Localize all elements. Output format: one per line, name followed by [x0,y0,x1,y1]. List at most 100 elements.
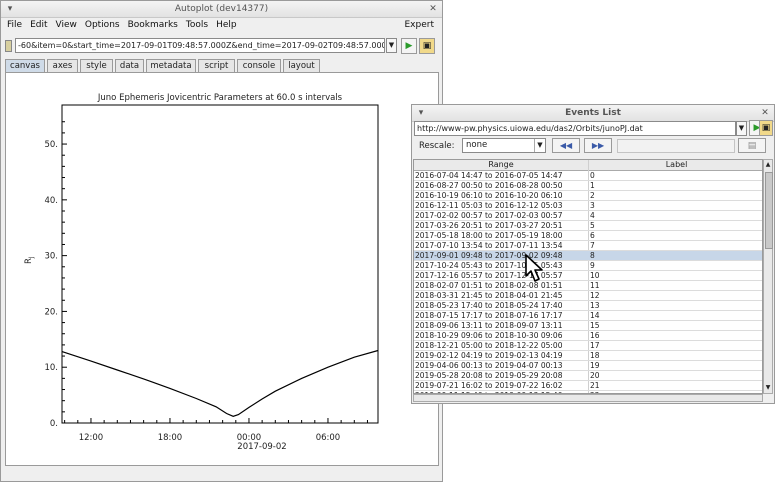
rescale-label: Rescale: [419,141,455,151]
row-range: 2017-03-26 20:51 to 2017-03-27 20:51 [415,221,563,230]
row-range: 2018-12-21 05:00 to 2018-12-22 05:00 [415,341,563,350]
table-row[interactable]: 2018-12-21 05:00 to 2018-12-22 05:00 17 [414,341,762,351]
row-label: 2 [590,191,595,200]
table-row[interactable]: 2017-12-16 05:57 to 2017-12-17 05:57 10 [414,271,762,281]
events-window-title: Events List [565,108,621,118]
next-event-button[interactable]: ▶▶ [584,138,612,153]
row-range: 2019-07-21 16:02 to 2019-07-22 16:02 [415,381,563,390]
table-row[interactable]: 2017-07-10 13:54 to 2017-07-11 13:54 7 [414,241,762,251]
table-row[interactable]: 2018-10-29 09:06 to 2018-10-30 09:06 16 [414,331,762,341]
row-label: 18 [590,351,600,360]
mouse-pointer-icon [525,254,543,282]
table-row[interactable]: 2016-12-11 05:03 to 2016-12-12 05:03 3 [414,201,762,211]
row-range: 2017-10-24 05:43 to 2017-10-25 05:43 [415,261,563,270]
events-url-dropdown[interactable]: ▼ [736,121,747,136]
row-label: 16 [590,331,600,340]
row-range: 2018-03-31 21:45 to 2018-04-01 21:45 [415,291,563,300]
y-tick-label: 40. [44,196,58,206]
row-label: 5 [590,221,595,230]
row-label: 17 [590,341,600,350]
row-range: 2016-12-11 05:03 to 2016-12-12 05:03 [415,201,563,210]
row-label: 7 [590,241,595,250]
table-row[interactable]: 2016-10-19 06:10 to 2016-10-20 06:10 2 [414,191,762,201]
row-range: 2019-04-06 00:13 to 2019-04-07 00:13 [415,361,563,370]
x-tick-label: 18:00 [158,433,183,443]
row-range: 2017-09-01 09:48 to 2017-09-02 09:48 [415,251,563,260]
events-table[interactable]: Range Label 2016-07-04 14:47 to 2016-07-… [413,159,763,394]
table-row[interactable]: 2018-07-15 17:17 to 2018-07-16 17:17 14 [414,311,762,321]
y-tick-label: 50. [44,140,58,150]
column-header-range[interactable]: Range [414,160,588,170]
y-axis: 0. 10. 20. 30. 40. 50. [44,121,67,429]
events-vertical-scrollbar[interactable]: ▲ ▼ [763,159,773,394]
row-label: 14 [590,311,600,320]
plot-frame [61,104,379,424]
scroll-down-icon[interactable]: ▼ [764,383,772,393]
scroll-up-icon[interactable]: ▲ [764,160,772,170]
event-status-field[interactable] [617,139,735,153]
row-range: 2017-07-10 13:54 to 2017-07-11 13:54 [415,241,563,250]
y-axis-label-sub: J [28,256,35,259]
events-open-button[interactable]: ▣ [759,120,773,136]
row-label: 10 [590,271,600,280]
row-label: 1 [590,181,595,190]
table-row[interactable]: 2019-07-21 16:02 to 2019-07-22 16:02 21 [414,381,762,391]
y-axis-label: RJ [24,256,35,264]
table-row[interactable]: 2019-02-12 04:19 to 2019-02-13 04:19 18 [414,351,762,361]
series-line [61,349,379,417]
row-range: 2016-07-04 14:47 to 2016-07-05 14:47 [415,171,563,180]
table-row[interactable]: 2018-05-23 17:40 to 2018-05-24 17:40 13 [414,301,762,311]
row-label: 12 [590,291,600,300]
events-window-menu-icon[interactable]: ▾ [414,106,428,120]
x-tick-label: 06:00 [316,433,341,443]
row-range: 2017-12-16 05:57 to 2017-12-17 05:57 [415,271,563,280]
row-label: 6 [590,231,595,240]
event-options-button[interactable]: ▤ [738,138,766,153]
row-range: 2018-09-06 13:11 to 2018-09-07 13:11 [415,321,563,330]
events-close-icon[interactable]: ✕ [758,106,772,120]
column-header-label[interactable]: Label [589,160,762,170]
y-tick-label: 20. [44,307,58,317]
row-label: 20 [590,371,600,380]
table-row[interactable]: 2016-07-04 14:47 to 2016-07-05 14:47 0 [414,171,762,181]
table-row[interactable]: 2017-03-26 20:51 to 2017-03-27 20:51 5 [414,221,762,231]
row-range: 2016-10-19 06:10 to 2016-10-20 06:10 [415,191,563,200]
row-range: 2017-05-18 18:00 to 2017-05-19 18:00 [415,231,563,240]
row-label: 3 [590,201,595,210]
x-axis: 12:00 18:00 00:00 06:00 [64,418,368,443]
row-label: 0 [590,171,595,180]
previous-event-button[interactable]: ◀◀ [552,138,580,153]
row-label: 9 [590,261,595,270]
y-tick-label: 10. [44,363,58,373]
row-label: 4 [590,211,595,220]
row-label: 15 [590,321,600,330]
row-label: 11 [590,281,600,290]
row-range: 2018-05-23 17:40 to 2018-05-24 17:40 [415,301,563,310]
table-row[interactable]: 2018-03-31 21:45 to 2018-04-01 21:45 12 [414,291,762,301]
row-label: 13 [590,301,600,310]
row-range: 2019-05-28 20:08 to 2019-05-29 20:08 [415,371,563,380]
table-row[interactable]: 2017-09-01 09:48 to 2017-09-02 09:48 8 [414,251,762,261]
juno-plot[interactable]: Juno Ephemeris Jovicentric Parameters at… [0,0,443,482]
plot-title: Juno Ephemeris Jovicentric Parameters at… [97,93,343,103]
events-horizontal-scrollbar[interactable] [413,394,763,402]
row-label: 8 [590,251,595,260]
table-row[interactable]: 2017-10-24 05:43 to 2017-10-25 05:43 9 [414,261,762,271]
table-row[interactable]: 2017-02-02 00:57 to 2017-02-03 00:57 4 [414,211,762,221]
row-range: 2018-07-15 17:17 to 2018-07-16 17:17 [415,311,563,320]
row-label: 21 [590,381,600,390]
row-range: 2016-08-27 00:50 to 2016-08-28 00:50 [415,181,563,190]
table-row[interactable]: 2016-08-27 00:50 to 2016-08-28 00:50 1 [414,181,762,191]
row-label: 19 [590,361,600,370]
events-titlebar[interactable]: ▾ Events List ✕ [412,105,774,122]
table-row[interactable]: 2018-02-07 01:51 to 2018-02-08 01:51 11 [414,281,762,291]
table-row[interactable]: 2019-04-06 00:13 to 2019-04-07 00:13 19 [414,361,762,371]
events-url-input[interactable]: http://www-pw.physics.uiowa.edu/das2/Orb… [414,121,736,136]
rescale-select[interactable]: none ▼ [462,138,546,153]
table-row[interactable]: 2017-05-18 18:00 to 2017-05-19 18:00 6 [414,231,762,241]
rescale-select-value: none [466,140,488,150]
scroll-thumb[interactable] [765,172,773,249]
table-row[interactable]: 2019-05-28 20:08 to 2019-05-29 20:08 20 [414,371,762,381]
row-range: 2018-02-07 01:51 to 2018-02-08 01:51 [415,281,563,290]
table-row[interactable]: 2018-09-06 13:11 to 2018-09-07 13:11 15 [414,321,762,331]
